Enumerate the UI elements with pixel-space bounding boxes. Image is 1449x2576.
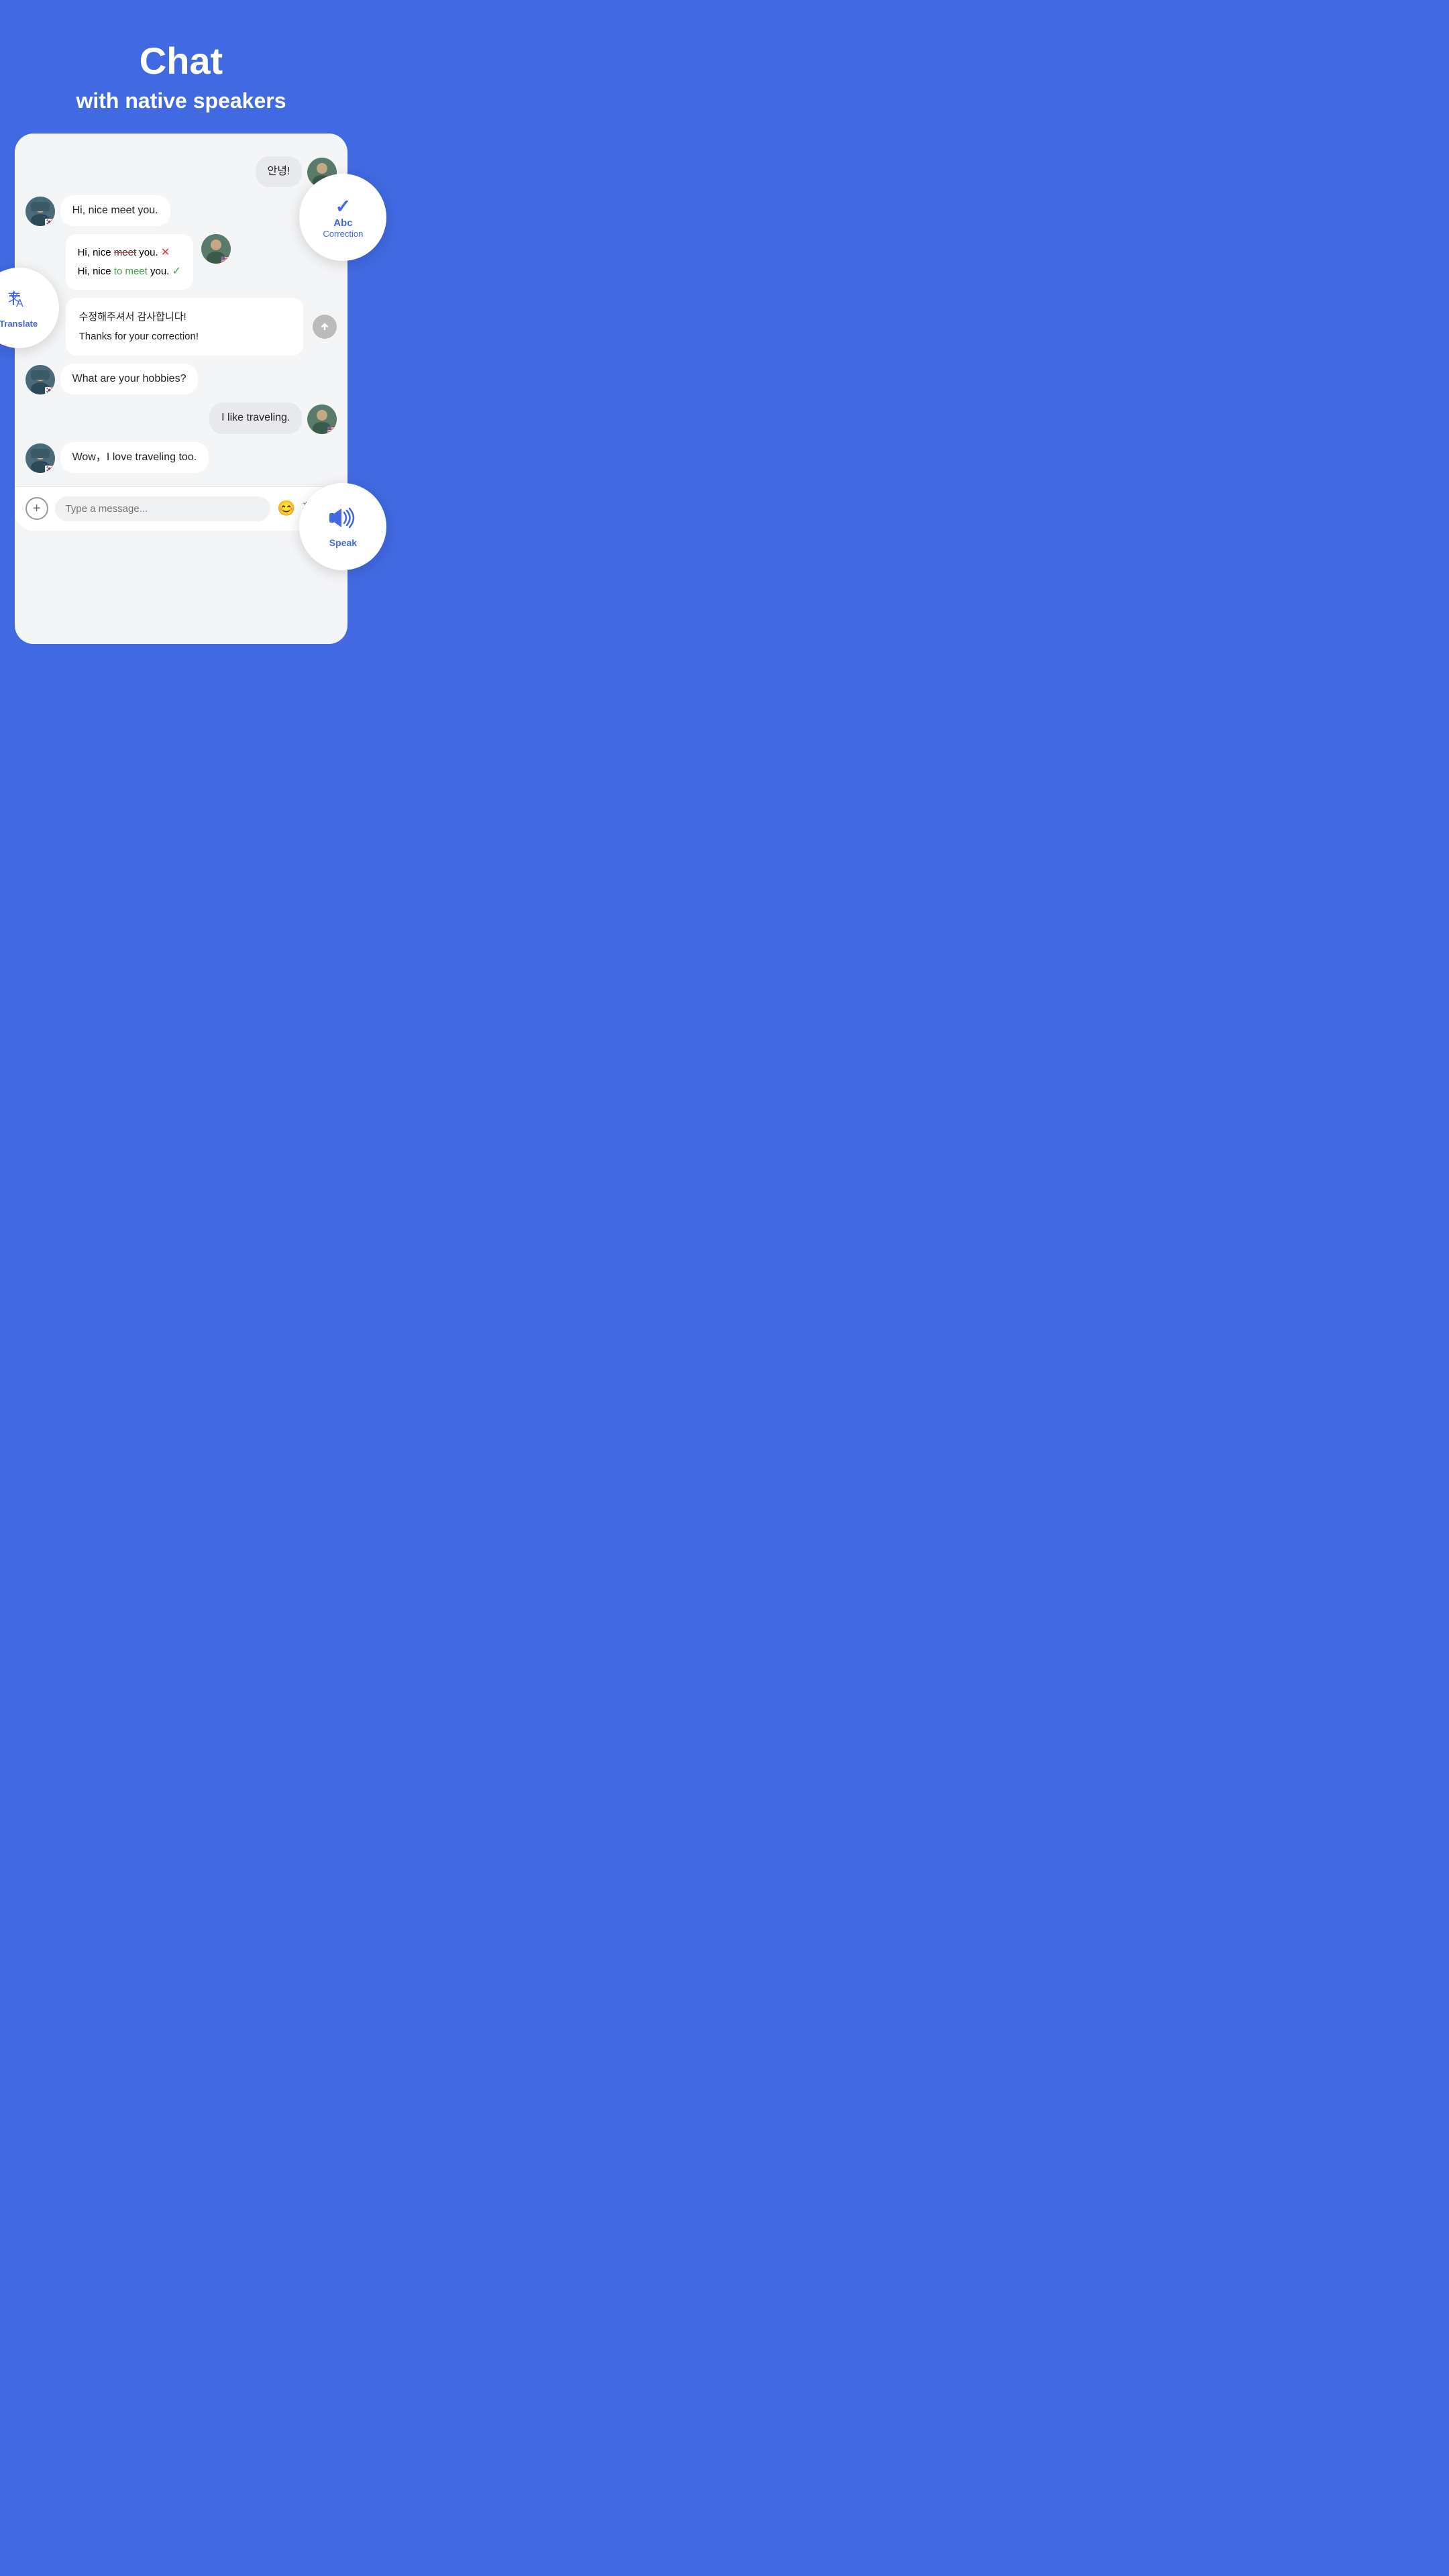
chat-card: ✓ Abc Correction 文 A Translate [15,133,348,644]
avatar-female-kr-3: 🇰🇷 [25,443,55,473]
bubble-wow: Wow，I love traveling too. [60,442,209,473]
message-wow: 🇰🇷 Wow，I love traveling too. [25,442,337,473]
x-mark: ✕ [161,247,170,258]
bubble-hobbies: What are your hobbies? [60,364,199,394]
translation-bubble: 수정해주셔서 감사합니다! Thanks for your correction… [66,298,304,356]
speak-bubble[interactable]: Speak [299,483,386,570]
header-subtitle: with native speakers [27,89,335,113]
kr-flag-3: 🇰🇷 [45,465,55,473]
bubble-traveling: I like traveling. [209,402,302,433]
message-hobbies: 🇰🇷 What are your hobbies? [25,364,337,394]
correction-block: Hi, nice meet you. ✕ Hi, nice to meet yo… [25,234,337,289]
avatar-female-kr-1: 🇰🇷 [25,197,55,226]
translation-block-row: 수정해주셔서 감사합니다! Thanks for your correction… [25,298,337,356]
message-annyeong: 안녕! 🇺🇸 [25,156,337,187]
avatar-male-us-3: 🇺🇸 [307,405,337,434]
us-flag-3: 🇺🇸 [327,426,337,434]
bubble-hi-nice: Hi, nice meet you. [60,195,170,226]
english-text: Thanks for your correction! [79,329,290,343]
speak-icon [328,506,358,535]
message-traveling: I like traveling. 🇺🇸 [25,402,337,433]
translate-icon: 文 A [7,286,31,316]
avatar-male-us-2: 🇺🇸 [201,234,231,264]
check-mark-correction: ✓ [172,266,181,277]
abc-correction-bubble[interactable]: ✓ Abc Correction [299,174,386,261]
correction-correct-line: Hi, nice to meet you. ✓ [78,262,181,280]
header-title: Chat [27,40,335,82]
speak-label: Speak [329,537,357,548]
correct-phrase: to meet [114,266,148,277]
wrong-word: meet [114,247,136,258]
header: Chat with native speakers [0,0,362,133]
correction-wrong-line: Hi, nice meet you. ✕ [78,244,181,262]
correction-label: Correction [323,229,363,239]
chat-input-bar: + 😊 文 A [15,486,348,531]
chat-messages: 안녕! 🇺🇸 🇰🇷 [15,150,348,473]
korean-text: 수정해주셔서 감사합니다! [79,310,290,324]
up-arrow-button[interactable] [313,315,337,339]
bubble-annyeong: 안녕! [256,156,303,187]
translate-label: Translate [0,319,38,329]
abc-label: Abc [333,217,352,229]
emoji-button[interactable]: 😊 [277,500,295,517]
message-input[interactable] [55,496,270,521]
correction-bubble: Hi, nice meet you. ✕ Hi, nice to meet yo… [66,234,193,289]
svg-text:A: A [16,298,23,309]
add-button[interactable]: + [25,497,48,520]
abc-check-icon: ✓ [335,195,351,217]
avatar-female-kr-2: 🇰🇷 [25,365,55,394]
message-hi-nice: 🇰🇷 Hi, nice meet you. [25,195,337,226]
kr-flag-2: 🇰🇷 [45,386,55,394]
kr-flag-1: 🇰🇷 [45,218,55,226]
us-flag-2: 🇺🇸 [221,256,231,264]
translation-block-content: 수정해주셔서 감사합니다! Thanks for your correction… [66,298,304,356]
